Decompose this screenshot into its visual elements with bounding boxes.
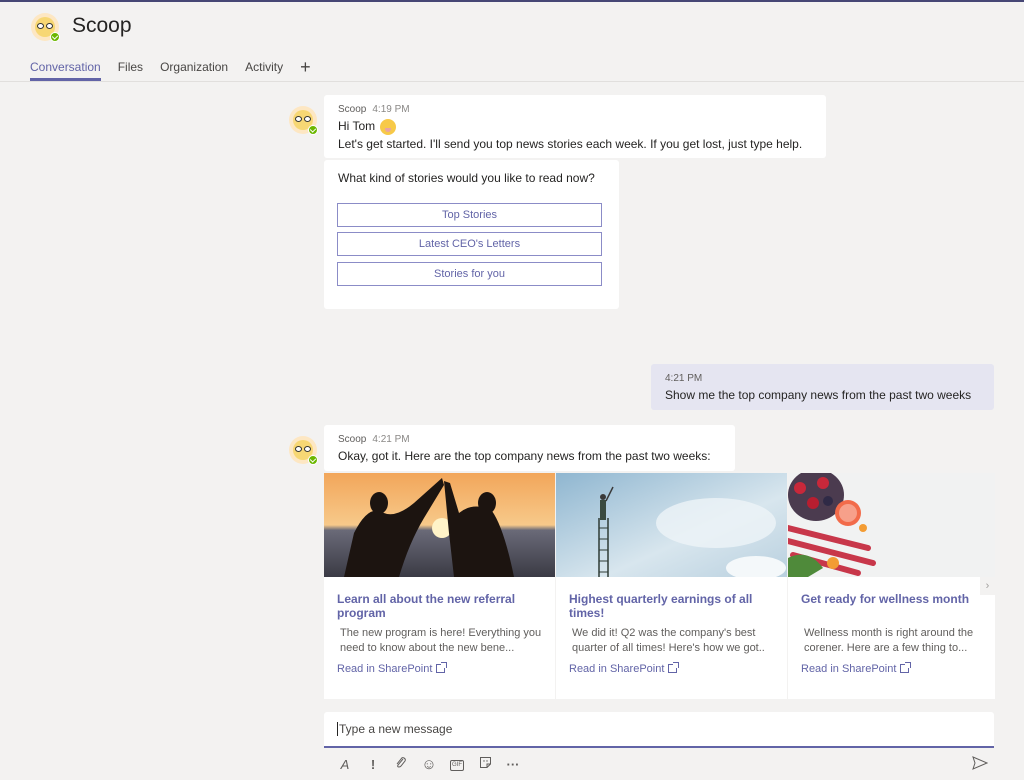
read-in-sharepoint-link[interactable]: Read in SharePoint [801,662,912,675]
available-status-icon [308,455,318,465]
important-icon[interactable]: ! [364,756,382,774]
news-card[interactable]: Learn all about the new referral program… [324,473,555,699]
message-text: Show me the top company news from the pa… [665,388,972,402]
format-icon[interactable]: A [336,756,354,774]
message-text: Okay, got it. Here are the top company n… [338,449,711,463]
high-five-sunset-photo [324,473,555,577]
attach-icon[interactable] [392,756,410,774]
news-title[interactable]: Learn all about the new referral program [337,592,537,620]
link-label: Read in SharePoint [337,663,433,675]
more-icon[interactable]: ··· [504,756,522,774]
ladder-sky-photo [556,473,787,577]
news-description: Wellness month is right around the coren… [804,627,974,654]
bot-avatar [289,436,318,465]
bot-avatar [289,106,318,135]
gif-label: GIF [450,760,464,772]
add-tab-button[interactable]: + [300,58,311,81]
glasses-icon [294,446,312,452]
news-card[interactable]: Highest quarterly earnings of all times!… [556,473,787,699]
top-stories-button[interactable]: Top Stories [337,203,602,227]
sender-name: Scoop [338,104,367,115]
read-in-sharepoint-link[interactable]: Read in SharePoint [337,662,448,675]
message-bubble: Scoop 4:21 PM Okay, got it. Here are the … [324,425,735,471]
app-title: Scoop [72,14,132,37]
message-header: Scoop 4:19 PM [338,104,410,115]
app-avatar [31,13,60,42]
emoji-icon[interactable]: ☺ [420,756,438,774]
greeting-text: Hi Tom [338,118,397,135]
greeting-label: Hi Tom [338,119,376,133]
link-label: Read in SharePoint [569,663,665,675]
sticker-icon[interactable] [476,756,494,774]
glasses-icon [36,23,54,29]
tab-activity[interactable]: Activity [245,60,283,81]
tongue-face-emoji-icon [380,118,397,135]
tab-organization[interactable]: Organization [160,60,228,81]
my-message-bubble: 4:21 PM Show me the top company news fro… [651,364,994,410]
story-choice-card: What kind of stories would you like to r… [324,160,619,309]
stories-for-you-button[interactable]: Stories for you [337,262,602,286]
ceo-letters-button[interactable]: Latest CEO's Letters [337,232,602,256]
external-link-icon [668,662,680,673]
external-link-icon [900,662,912,673]
message-time: 4:21 PM [372,434,410,445]
message-time: 4:21 PM [665,373,703,384]
news-description: The new program is here! Everything you … [340,627,542,654]
message-text: Let's get started. I'll send you top new… [338,137,803,151]
external-link-icon [436,662,448,673]
tab-bar: Conversation Files Organization Activity… [30,58,311,81]
glasses-icon [294,116,312,122]
app-header: Scoop Conversation Files Organization Ac… [0,2,1024,82]
link-label: Read in SharePoint [801,663,897,675]
news-title[interactable]: Highest quarterly earnings of all times! [569,592,769,620]
send-icon [972,756,989,770]
message-header: Scoop 4:21 PM [338,434,410,445]
gif-icon[interactable]: GIF [448,756,466,774]
message-input[interactable] [337,722,977,736]
news-description: We did it! Q2 was the company's best qua… [572,627,765,654]
sender-name: Scoop [338,434,367,445]
read-in-sharepoint-link[interactable]: Read in SharePoint [569,662,680,675]
header-divider [0,81,1024,82]
tab-conversation[interactable]: Conversation [30,60,101,81]
fruits-vegetables-photo [788,473,995,577]
message-time: 4:19 PM [372,104,410,115]
send-button[interactable] [972,756,989,775]
message-bubble: Scoop 4:19 PM Hi Tom Let's get started. I… [324,95,826,158]
news-title[interactable]: Get ready for wellness month [801,592,1001,606]
compose-toolbar: A ! ☺ GIF ··· [336,756,996,774]
news-card[interactable]: Get ready for wellness month Wellness mo… [788,473,995,699]
compose-box[interactable] [324,712,994,748]
tab-files[interactable]: Files [118,60,143,81]
available-status-icon [50,32,60,42]
card-question: What kind of stories would you like to r… [338,171,595,185]
carousel-next-button[interactable]: › [980,577,995,595]
available-status-icon [308,125,318,135]
